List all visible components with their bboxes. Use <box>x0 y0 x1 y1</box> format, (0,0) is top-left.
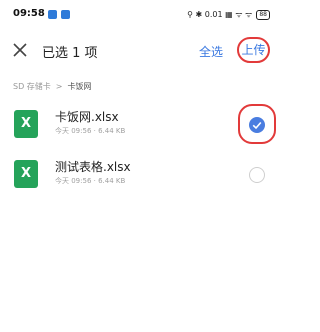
file-name: 测试表格.xlsx <box>55 160 131 174</box>
select-all-button[interactable]: 全选 <box>199 43 223 60</box>
breadcrumb-separator: > <box>55 82 63 91</box>
file-row[interactable]: X 测试表格.xlsx 今天 09:56 · 6.44 KB <box>0 152 282 200</box>
notification-app-icon <box>61 10 70 19</box>
excel-file-icon: X <box>14 110 38 138</box>
file-row[interactable]: X 卡饭网.xlsx 今天 09:56 · 6.44 KB <box>0 102 282 150</box>
breadcrumb-current: 卡饭网 <box>67 82 92 91</box>
battery-icon: 88 <box>256 9 270 20</box>
status-time: 09:58 <box>13 8 45 19</box>
close-icon[interactable] <box>10 40 30 60</box>
unchecked-checkbox-icon[interactable] <box>249 167 265 183</box>
file-meta: 今天 09:56 · 6.44 KB <box>55 177 126 185</box>
breadcrumb: SD 存储卡 > 卡饭网 <box>13 81 91 92</box>
status-indicators: ⚲ ✱ 0.01 ▦ ᯤ ᯤ 88 <box>187 9 270 20</box>
checked-checkbox-icon[interactable] <box>249 117 265 133</box>
status-bar: 09:58 ⚲ ✱ 0.01 ▦ ᯤ ᯤ 88 <box>0 0 282 30</box>
file-name: 卡饭网.xlsx <box>55 110 119 124</box>
file-meta: 今天 09:56 · 6.44 KB <box>55 127 126 135</box>
notification-app-icon <box>48 10 57 19</box>
excel-file-icon: X <box>14 160 38 188</box>
selection-count-title: 已选 1 项 <box>42 46 98 61</box>
breadcrumb-root[interactable]: SD 存储卡 <box>13 81 51 92</box>
selection-toolbar: 已选 1 项 全选 上传 <box>0 30 282 70</box>
upload-button[interactable]: 上传 <box>237 37 270 63</box>
signal-indicators: ⚲ ✱ 0.01 ▦ ᯤ ᯤ <box>187 10 253 19</box>
